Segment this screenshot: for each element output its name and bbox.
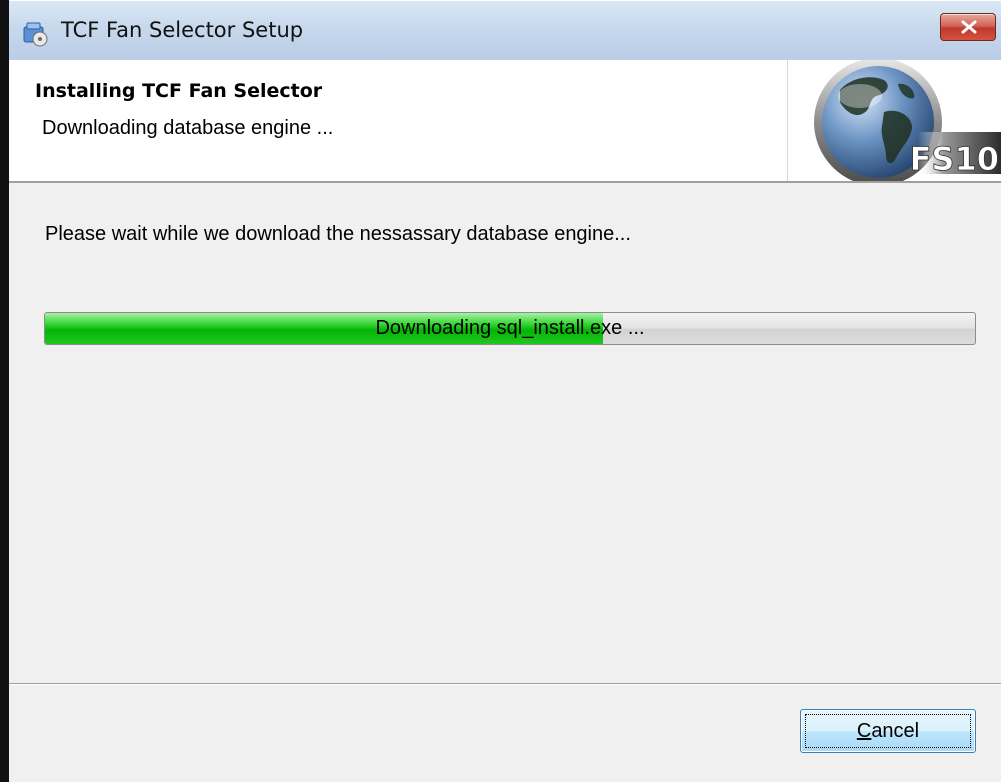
setup-installer-icon [21,19,49,47]
cancel-button-label: Cancel [856,720,920,742]
window-title: TCF Fan Selector Setup [61,18,304,42]
content-panel: Please wait while we download the nessas… [9,183,1001,782]
footer-divider [9,683,1001,685]
globe-icon: FS10 [814,60,1001,181]
status-message: Please wait while we download the nessas… [45,223,631,245]
title-bar[interactable]: TCF Fan Selector Setup [9,0,1001,61]
close-icon [961,20,977,34]
product-logo: FS10 [787,60,1001,181]
setup-window: TCF Fan Selector Setup Installing TCF Fa… [0,0,1001,782]
close-button[interactable] [940,13,996,41]
page-title: Installing TCF Fan Selector [35,80,323,102]
header-panel: Installing TCF Fan Selector Downloading … [9,60,1001,183]
logo-text: FS10 [910,140,999,178]
progress-label: Downloading sql_install.exe ... [375,317,645,339]
cancel-button[interactable]: Cancel [800,709,976,753]
download-progress-bar: Downloading sql_install.exe ... [44,312,976,345]
page-subtitle: Downloading database engine ... [42,117,334,139]
